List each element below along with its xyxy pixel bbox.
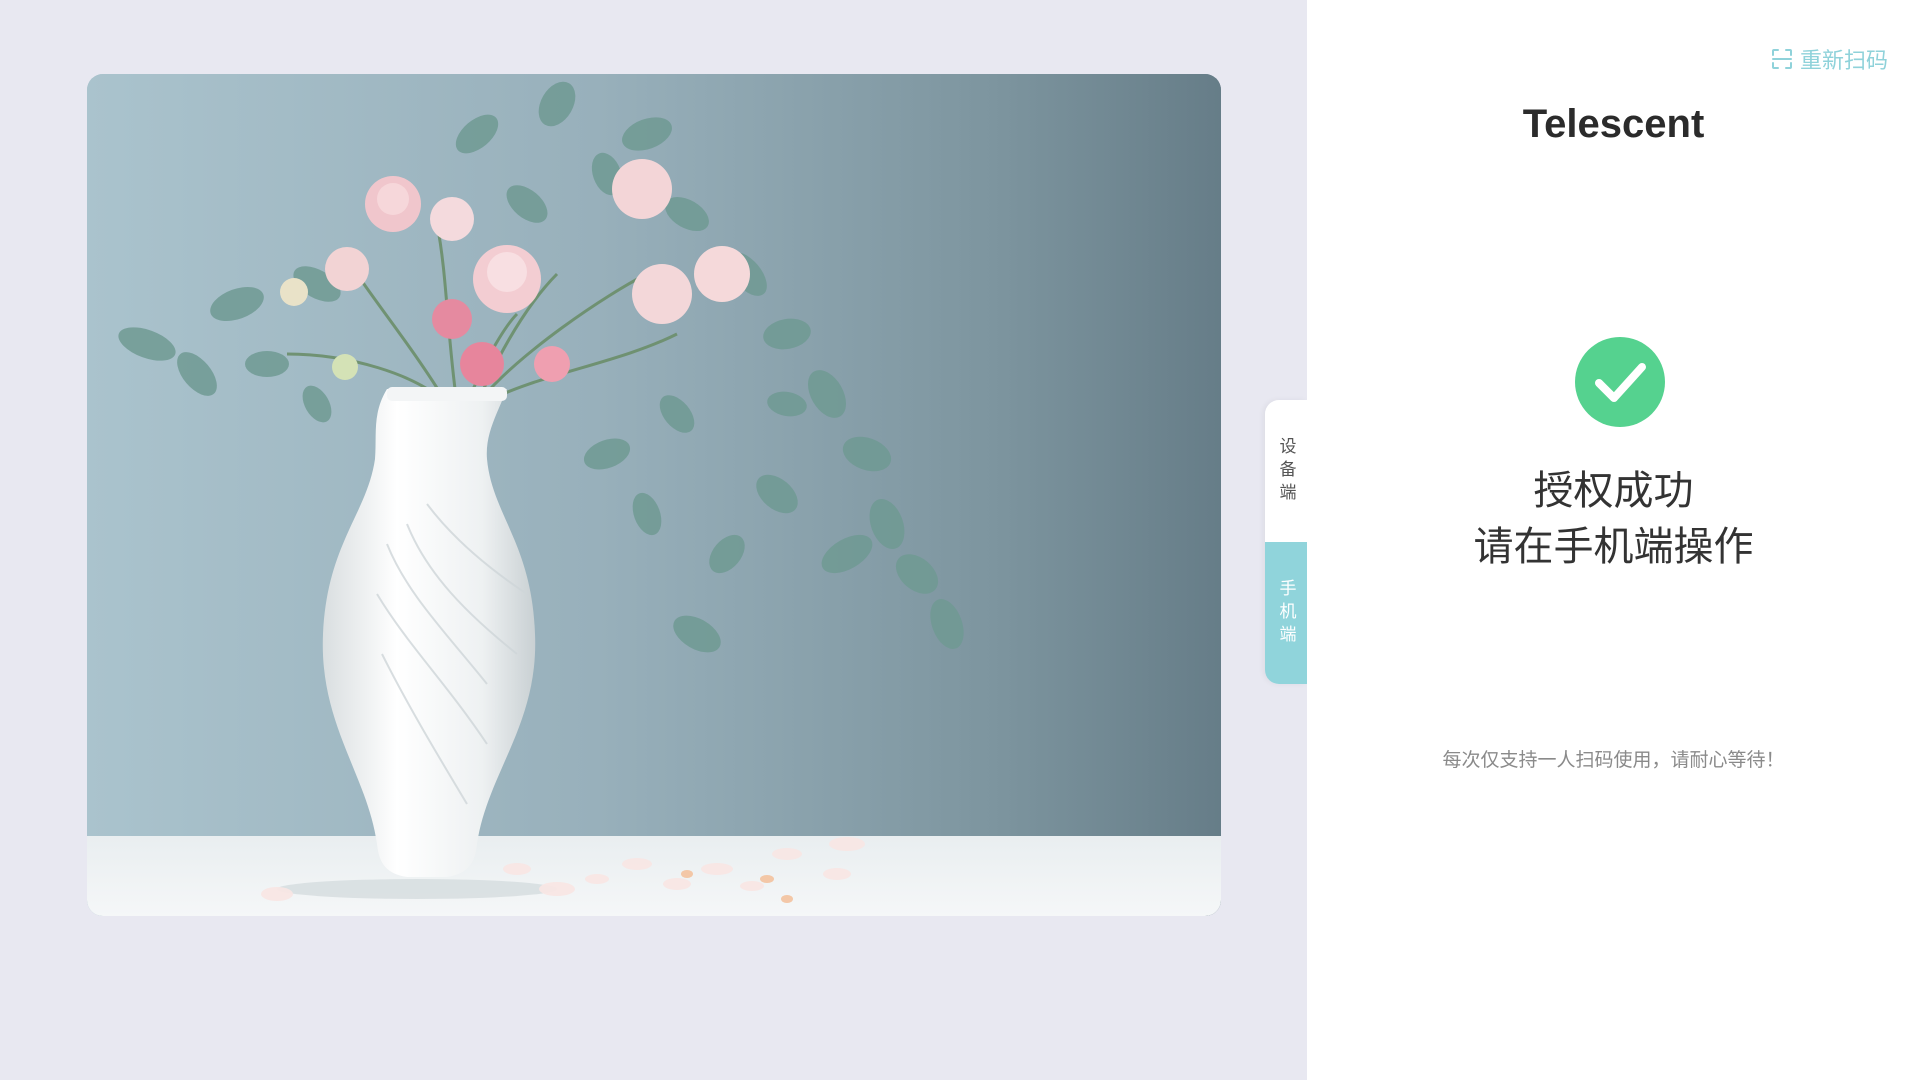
rescan-label: 重新扫码 bbox=[1799, 49, 1888, 74]
brand-title: Telescent bbox=[1522, 102, 1705, 146]
tab-device-label: 设备端 bbox=[1275, 436, 1296, 506]
tab-device[interactable]: 设备端 bbox=[1265, 400, 1307, 542]
auth-panel: 重新扫码 Telescent 授权成功 请在手机端操作 每次仅支持一人扫码使用，… bbox=[1307, 0, 1920, 1080]
check-circle-icon bbox=[1575, 337, 1665, 427]
tab-mobile-label: 手机端 bbox=[1275, 578, 1296, 648]
page: 设备端 手机端 重新扫码 Telescent 授权成功 请在手机端操作 每次仅支… bbox=[0, 0, 1920, 1080]
hero-image bbox=[87, 74, 1221, 916]
rescan-button[interactable]: 重新扫码 bbox=[1770, 43, 1888, 75]
status-title: 授权成功 bbox=[1533, 468, 1694, 514]
tab-mobile[interactable]: 手机端 bbox=[1265, 542, 1307, 684]
status-subtitle: 请在手机端操作 bbox=[1473, 524, 1754, 570]
hint-text: 每次仅支持一人扫码使用，请耐心等待！ bbox=[1442, 749, 1785, 771]
mode-switcher: 设备端 手机端 bbox=[1265, 400, 1307, 684]
vase-flowers-illustration bbox=[87, 74, 1221, 916]
scan-icon bbox=[1770, 47, 1794, 71]
